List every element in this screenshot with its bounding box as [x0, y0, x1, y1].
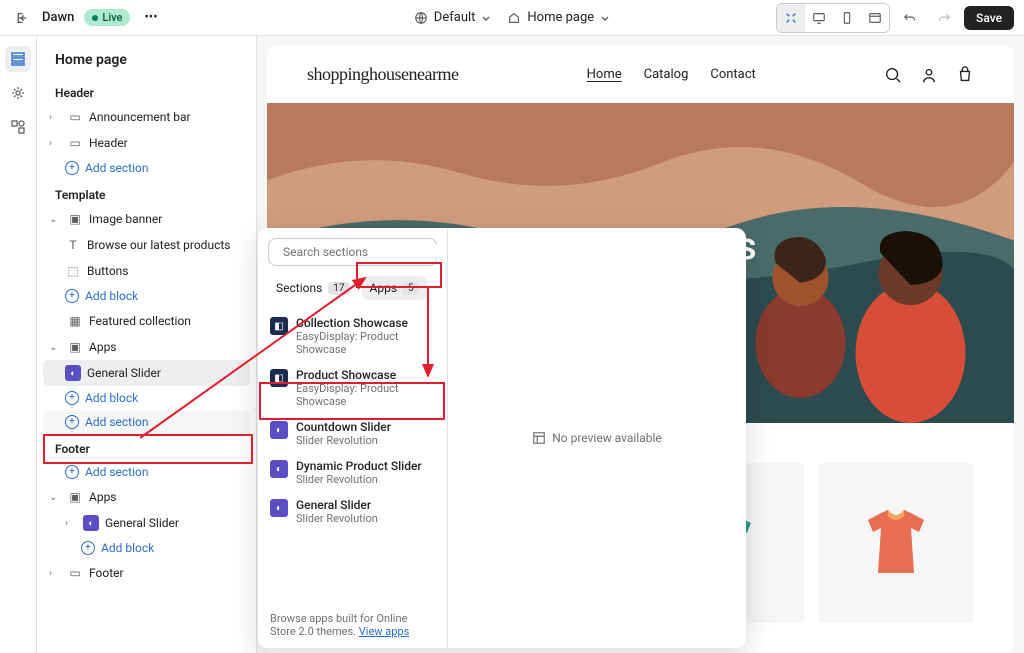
- app-icon: ◧: [270, 369, 288, 387]
- app-item-product-showcase[interactable]: ◧Product ShowcaseEasyDisplay: Product Sh…: [268, 362, 437, 414]
- rail-apps[interactable]: [5, 114, 31, 140]
- theme-name: Dawn: [42, 10, 74, 25]
- tree-featured-collection[interactable]: ▦Featured collection: [43, 308, 250, 334]
- store-navlinks: Home Catalog Contact: [587, 67, 756, 82]
- app-icon: ◐: [270, 499, 288, 517]
- section-picker-popup: Sections17 Apps5 ◧Collection ShowcaseEas…: [258, 228, 746, 648]
- announcement-icon: ▭: [67, 109, 83, 125]
- tree-apps-section[interactable]: ⌄▣Apps: [43, 334, 250, 360]
- group-template: Template: [43, 180, 250, 206]
- nav-home[interactable]: Home: [587, 67, 622, 82]
- tree-footer-slider[interactable]: ›◐General Slider: [43, 510, 250, 536]
- apps-icon: ▣: [67, 339, 83, 355]
- locale-selector[interactable]: Default: [414, 10, 492, 25]
- add-section-header[interactable]: +Add section: [43, 156, 250, 180]
- page-title: Home page: [43, 46, 250, 78]
- rail-settings[interactable]: [5, 80, 31, 106]
- text-icon: T: [65, 237, 81, 253]
- viewport-mobile[interactable]: [833, 4, 861, 32]
- tree-text-block[interactable]: TBrowse our latest products: [43, 232, 250, 258]
- group-footer: Footer: [43, 434, 250, 460]
- chevron-down-icon: [600, 13, 610, 23]
- tree-footer[interactable]: ›▭Footer: [43, 560, 250, 586]
- image-icon: ▣: [67, 211, 83, 227]
- viewport-desktop[interactable]: [805, 4, 833, 32]
- app-item-countdown-slider[interactable]: ◐Countdown SliderSlider Revolution: [268, 414, 437, 453]
- add-block-apps[interactable]: +Add block: [43, 386, 250, 410]
- app-footer: Browse apps built for Online Store 2.0 t…: [268, 604, 437, 638]
- sidebar: Home page Header ›▭Announcement bar ›▭He…: [37, 36, 257, 653]
- view-apps-link[interactable]: View apps: [359, 625, 410, 638]
- tab-sections[interactable]: Sections17: [268, 276, 358, 300]
- nav-catalog[interactable]: Catalog: [644, 67, 689, 82]
- app-block-icon: ◐: [65, 365, 81, 381]
- store-nav: shoppinghousenearme Home Catalog Contact: [267, 46, 1014, 103]
- left-rail: [0, 36, 37, 653]
- page-selector[interactable]: Home page: [507, 10, 610, 25]
- collection-icon: ▦: [67, 313, 83, 329]
- app-icon: ◐: [270, 421, 288, 439]
- button-icon: ⬚: [65, 263, 81, 279]
- app-item-dynamic-slider[interactable]: ◐Dynamic Product SliderSlider Revolution: [268, 453, 437, 492]
- chevron-down-icon: [481, 13, 491, 23]
- search-input[interactable]: [283, 245, 439, 259]
- tree-footer-apps[interactable]: ⌄▣Apps: [43, 484, 250, 510]
- undo-button[interactable]: [896, 4, 924, 32]
- add-section-footer[interactable]: +Add section: [43, 460, 250, 484]
- apps-icon: ▣: [67, 489, 83, 505]
- tree-image-banner[interactable]: ⌄▣Image banner: [43, 206, 250, 232]
- tree-buttons-block[interactable]: ⬚Buttons: [43, 258, 250, 284]
- search-sections[interactable]: [268, 238, 437, 266]
- account-icon[interactable]: [920, 66, 938, 84]
- add-block-footer-apps[interactable]: +Add block: [43, 536, 250, 560]
- exit-button[interactable]: [10, 7, 32, 29]
- home-icon: [507, 11, 521, 25]
- layout-icon: [532, 431, 546, 445]
- viewport-fullscreen[interactable]: [861, 4, 889, 32]
- status-badge: Live: [84, 9, 130, 26]
- tree-header[interactable]: ›▭Header: [43, 130, 250, 156]
- tree-announcement-bar[interactable]: ›▭Announcement bar: [43, 104, 250, 130]
- app-icon: ◧: [270, 317, 288, 335]
- tree-general-slider[interactable]: ◐General Slider: [43, 360, 250, 386]
- group-header: Header: [43, 78, 250, 104]
- rail-sections[interactable]: [5, 46, 31, 72]
- store-brand: shoppinghousenearme: [307, 64, 458, 85]
- app-item-collection-showcase[interactable]: ◧Collection ShowcaseEasyDisplay: Product…: [268, 310, 437, 362]
- footer-icon: ▭: [67, 565, 83, 581]
- save-button[interactable]: Save: [964, 6, 1014, 30]
- tab-apps[interactable]: Apps5: [362, 276, 427, 300]
- popup-preview: No preview available: [448, 228, 746, 648]
- redo-button[interactable]: [930, 4, 958, 32]
- viewport-fill[interactable]: [777, 4, 805, 32]
- header-icon: ▭: [67, 135, 83, 151]
- nav-contact[interactable]: Contact: [710, 67, 755, 82]
- search-icon[interactable]: [884, 66, 902, 84]
- app-list: ◧Collection ShowcaseEasyDisplay: Product…: [268, 310, 437, 604]
- topbar: Dawn Live ••• Default Home page Save: [0, 0, 1024, 36]
- globe-icon: [414, 11, 428, 25]
- app-icon: ◐: [270, 460, 288, 478]
- app-item-general-slider[interactable]: ◐General SliderSlider Revolution: [268, 492, 437, 531]
- product-card[interactable]: [818, 463, 974, 623]
- cart-icon[interactable]: [956, 66, 974, 84]
- app-block-icon: ◐: [83, 515, 99, 531]
- add-block-banner[interactable]: +Add block: [43, 284, 250, 308]
- more-menu[interactable]: •••: [140, 6, 161, 29]
- add-section-template[interactable]: +Add section: [43, 410, 250, 434]
